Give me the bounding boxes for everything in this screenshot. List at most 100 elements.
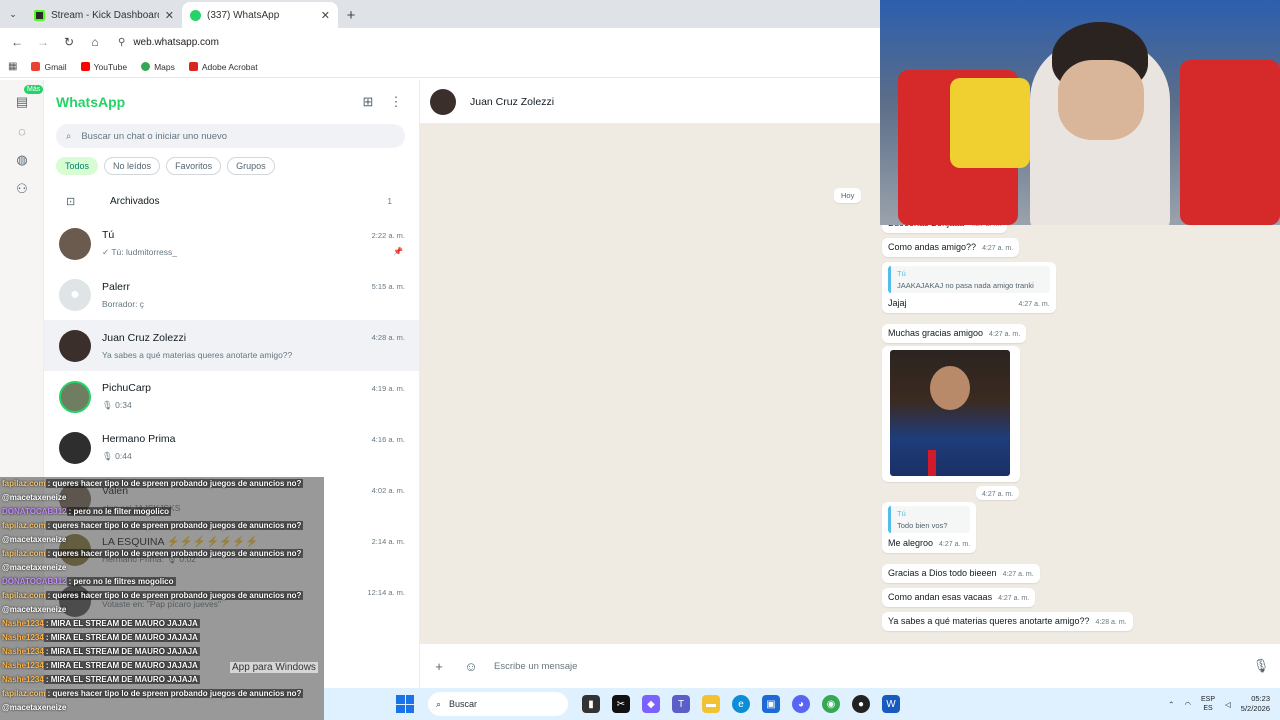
search-input[interactable]: ⌕ Buscar un chat o iniciar uno nuevo [56,124,405,148]
message-bubble: Como andas amigo?? 4:27 a. m. [882,238,1020,257]
chat-name: Tú [102,229,115,241]
stream-chat-overlay: fapilaz.com: queres hacer tipo lo de spr… [0,477,324,720]
filter-todos[interactable]: Todos [56,157,99,175]
copilot-icon[interactable]: ◆ [642,695,660,713]
teams-icon[interactable]: T [672,695,690,713]
channels-icon[interactable]: ◍ [13,152,31,168]
image-message[interactable] [882,346,1020,482]
chat-name: Palerr [102,280,131,293]
chat-preview: ✓ Tú: ludmitorress_ [102,247,177,257]
attach-plus-icon[interactable]: + [430,659,448,674]
app-for-windows-banner[interactable]: App para Windows [230,662,318,673]
tab-whatsapp[interactable]: (337) WhatsApp ✕ [182,2,338,28]
status-icon[interactable]: ◌ [13,123,31,139]
photo-thumbnail[interactable] [890,350,1010,476]
word-icon[interactable]: W [882,695,900,713]
address-bar[interactable]: ⚲ web.whatsapp.com [110,31,868,53]
search-icon: ⌕ [66,130,72,142]
close-tab-icon[interactable]: ✕ [165,9,174,22]
filter-favoritos[interactable]: Favoritos [166,157,222,175]
forward-icon[interactable]: → [32,31,54,53]
windows-start-icon[interactable] [396,695,414,713]
communities-icon[interactable]: ⚇ [13,181,31,197]
browser-tab-bar: ⌄ Stream - Kick Dashboard ✕ (337) WhatsA… [0,0,880,28]
system-tray: ⌃ ◠ ESP ES ◁ 05:23 5/2/2026 [1168,688,1270,720]
chat-line: @macetaxeneize [2,605,67,614]
archived-row[interactable]: ⊡ Archivados 1 [44,184,419,218]
contact-name: Juan Cruz Zolezzi [470,95,555,108]
streamer-face [1058,60,1144,140]
microphone-icon[interactable]: 🎙 [1252,658,1270,674]
discord-icon[interactable]: ◕ [792,695,810,713]
avatar [59,431,91,464]
chat-time: 4:02 a. m. [371,486,405,495]
sidebar-header: WhatsApp ⊞ ⋮ [44,80,419,124]
volume-icon[interactable]: ◁ [1225,700,1231,709]
chats-icon[interactable]: ▤ [13,94,31,110]
close-tab-icon[interactable]: ✕ [321,9,330,22]
day-divider: Hoy [834,188,862,203]
store-icon[interactable]: ▣ [762,695,780,713]
new-tab-button[interactable]: + [338,2,364,28]
chat-line: Nashe1234: MIRA EL STREAM DE MAURO JAJAJ… [2,633,200,642]
chat-time: 12:14 a. m. [367,588,405,597]
new-chat-icon[interactable]: ⊞ [357,91,379,113]
taskbar-apps: ▮ ✂ ◆ T ▬ e ▣ ◕ ◉ ● W [582,695,900,713]
menu-icon[interactable]: ⋮ [385,91,407,113]
site-info-icon[interactable]: ⚲ [118,37,125,48]
chat-preview: 🎙 0:34 [102,400,132,410]
obs-icon[interactable]: ● [852,695,870,713]
sticker-icon[interactable]: ☺ [462,659,480,674]
chat-line: Nashe1234: MIRA EL STREAM DE MAURO JAJAJ… [2,647,200,656]
archived-label: Archivados [110,195,160,207]
chrome-icon[interactable]: ◉ [822,695,840,713]
bookmark-youtube[interactable]: YouTube [80,62,127,72]
message-bubble: Como andan esas vacaas 4:27 a. m. [882,588,1036,607]
quoted-message[interactable]: Tú JAAKAJAKAJ no pasa nada amigo tranki [888,266,1050,293]
avatar [59,227,91,260]
quote-author: Tú [897,509,906,518]
chevron-up-icon[interactable]: ⌃ [1168,700,1174,709]
file-explorer-icon[interactable]: ▮ [582,695,600,713]
folder-icon[interactable]: ▬ [702,695,720,713]
message-input[interactable]: Escribe un mensaje [494,661,1238,672]
contact-avatar[interactable] [430,88,456,115]
wifi-icon[interactable]: ◠ [1184,700,1191,709]
taskbar-search[interactable]: ⌕ Buscar [428,692,568,716]
maps-icon [141,62,151,71]
apps-grid-icon[interactable]: ▦ [8,61,17,72]
back-icon[interactable]: ← [6,31,28,53]
chat-item[interactable]: PichuCarp 🎙 0:34 4:19 a. m. [44,371,419,422]
chat-line: @macetaxeneize [2,563,67,572]
chat-preview: 🎙 0:44 [102,451,132,461]
chat-item[interactable]: Hermano Prima 🎙 0:44 4:16 a. m. [44,422,419,473]
taskbar-search-label: Buscar [449,699,478,709]
windows-taskbar: ⌕ Buscar ▮ ✂ ◆ T ▬ e ▣ ◕ ◉ ● W ⌃ ◠ ESP ES… [324,688,1280,720]
chat-name: Juan Cruz Zolezzi [102,331,187,344]
chat-item-active[interactable]: Juan Cruz Zolezzi Ya sabes a qué materias… [44,320,419,371]
edge-icon[interactable]: e [732,695,750,713]
chat-time: 2:14 a. m. [371,537,405,546]
tab-kick-dashboard[interactable]: Stream - Kick Dashboard ✕ [26,2,182,28]
reload-icon[interactable]: ↻ [58,31,80,53]
bookmark-maps[interactable]: Maps [141,62,175,72]
home-icon[interactable]: ⌂ [84,31,106,53]
chat-line: fapilaz.com: queres hacer tipo lo de spr… [2,479,304,488]
capcut-icon[interactable]: ✂ [612,695,630,713]
quote-text: Todo bien vos? [897,521,948,530]
app-title: WhatsApp [56,94,126,110]
chat-line: @macetaxeneize [2,703,67,712]
clock[interactable]: 05:23 5/2/2026 [1241,694,1270,714]
filter-no-leidos[interactable]: No leídos [104,157,161,175]
language-indicator[interactable]: ESP ES [1201,695,1215,713]
tab-search-dropdown[interactable]: ⌄ [0,0,26,28]
chat-item[interactable]: ● Palerr Borrador: ç 5:15 a. m. [44,269,419,320]
quoted-message[interactable]: Tú Todo bien vos? [888,506,971,533]
search-icon: ⌕ [436,698,442,709]
pin-icon: 📌 [393,247,403,256]
bookmark-gmail[interactable]: Gmail [31,62,67,72]
chat-item[interactable]: Tú ✓ Tú: ludmitorress_ 2:22 a. m. 📌 [44,218,419,269]
filter-grupos[interactable]: Grupos [227,157,275,175]
webcam-overlay [880,0,1280,225]
bookmark-adobe-acrobat[interactable]: Adobe Acrobat [188,62,258,72]
